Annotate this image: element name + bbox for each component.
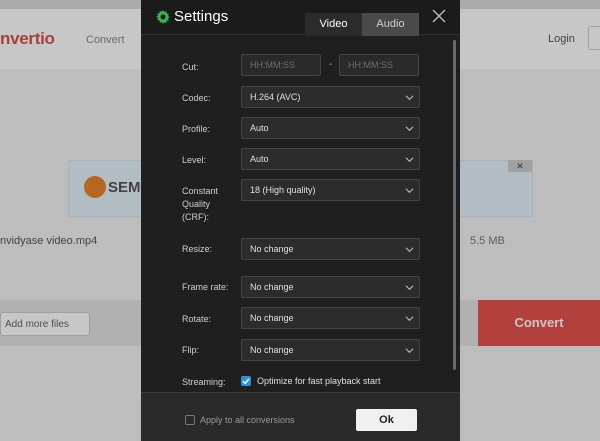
crf-label-line3: (CRF): (182, 212, 209, 222)
streaming-checkbox[interactable] (241, 376, 251, 386)
chevron-down-icon (405, 316, 414, 322)
resize-select[interactable]: No change (241, 238, 420, 260)
streaming-label: Streaming: (182, 377, 226, 387)
frame-rate-label: Frame rate: (182, 282, 229, 292)
rotate-select[interactable]: No change (241, 307, 420, 329)
flip-value: No change (250, 345, 294, 355)
ok-button[interactable]: Ok (356, 409, 417, 431)
chevron-down-icon (405, 95, 414, 101)
profile-value: Auto (250, 123, 269, 133)
rotate-label: Rotate: (182, 314, 212, 324)
modal-header: Settings Video Audio (141, 0, 460, 36)
close-icon[interactable] (431, 8, 447, 24)
streaming-checkbox-label: Optimize for fast playback start (257, 376, 381, 386)
chevron-down-icon (405, 126, 414, 132)
profile-label: Profile: (182, 124, 211, 134)
chevron-down-icon (405, 157, 414, 163)
chevron-down-icon (405, 285, 414, 291)
cut-start-input[interactable]: HH:MM:SS (241, 54, 321, 76)
codec-select[interactable]: H.264 (AVC) (241, 86, 420, 108)
apply-all-label: Apply to all conversions (200, 415, 295, 425)
cut-label: Cut: (182, 62, 199, 72)
flip-select[interactable]: No change (241, 339, 420, 361)
frame-rate-select[interactable]: No change (241, 276, 420, 298)
apply-all-checkbox[interactable] (185, 415, 195, 425)
crf-value: 18 (High quality) (250, 185, 316, 195)
cut-separator: - (329, 59, 333, 70)
frame-rate-value: No change (250, 282, 294, 292)
rotate-value: No change (250, 313, 294, 323)
modal-scrollbar[interactable] (453, 40, 456, 370)
cut-end-input[interactable]: HH:MM:SS (339, 54, 419, 76)
crf-label-line1: Constant (182, 186, 219, 196)
flip-label: Flip: (182, 345, 200, 355)
level-label: Level: (182, 155, 207, 165)
resize-value: No change (250, 244, 294, 254)
tab-audio[interactable]: Audio (362, 13, 419, 36)
settings-modal: Settings Video Audio Cut: HH:MM:SS - HH:… (141, 0, 460, 441)
codec-value: H.264 (AVC) (250, 92, 301, 102)
crf-select[interactable]: 18 (High quality) (241, 179, 420, 201)
resize-label: Resize: (182, 244, 213, 254)
modal-title: Settings (174, 8, 229, 25)
level-select[interactable]: Auto (241, 148, 420, 170)
tab-video[interactable]: Video (305, 13, 362, 36)
codec-label: Codec: (182, 93, 211, 103)
cut-end-placeholder: HH:MM:SS (348, 60, 393, 70)
crf-label-line2: Quality (182, 199, 211, 209)
cut-start-placeholder: HH:MM:SS (250, 60, 295, 70)
chevron-down-icon (405, 188, 414, 194)
chevron-down-icon (405, 348, 414, 354)
profile-select[interactable]: Auto (241, 117, 420, 139)
level-value: Auto (250, 154, 269, 164)
chevron-down-icon (405, 247, 414, 253)
gear-icon (156, 10, 170, 24)
